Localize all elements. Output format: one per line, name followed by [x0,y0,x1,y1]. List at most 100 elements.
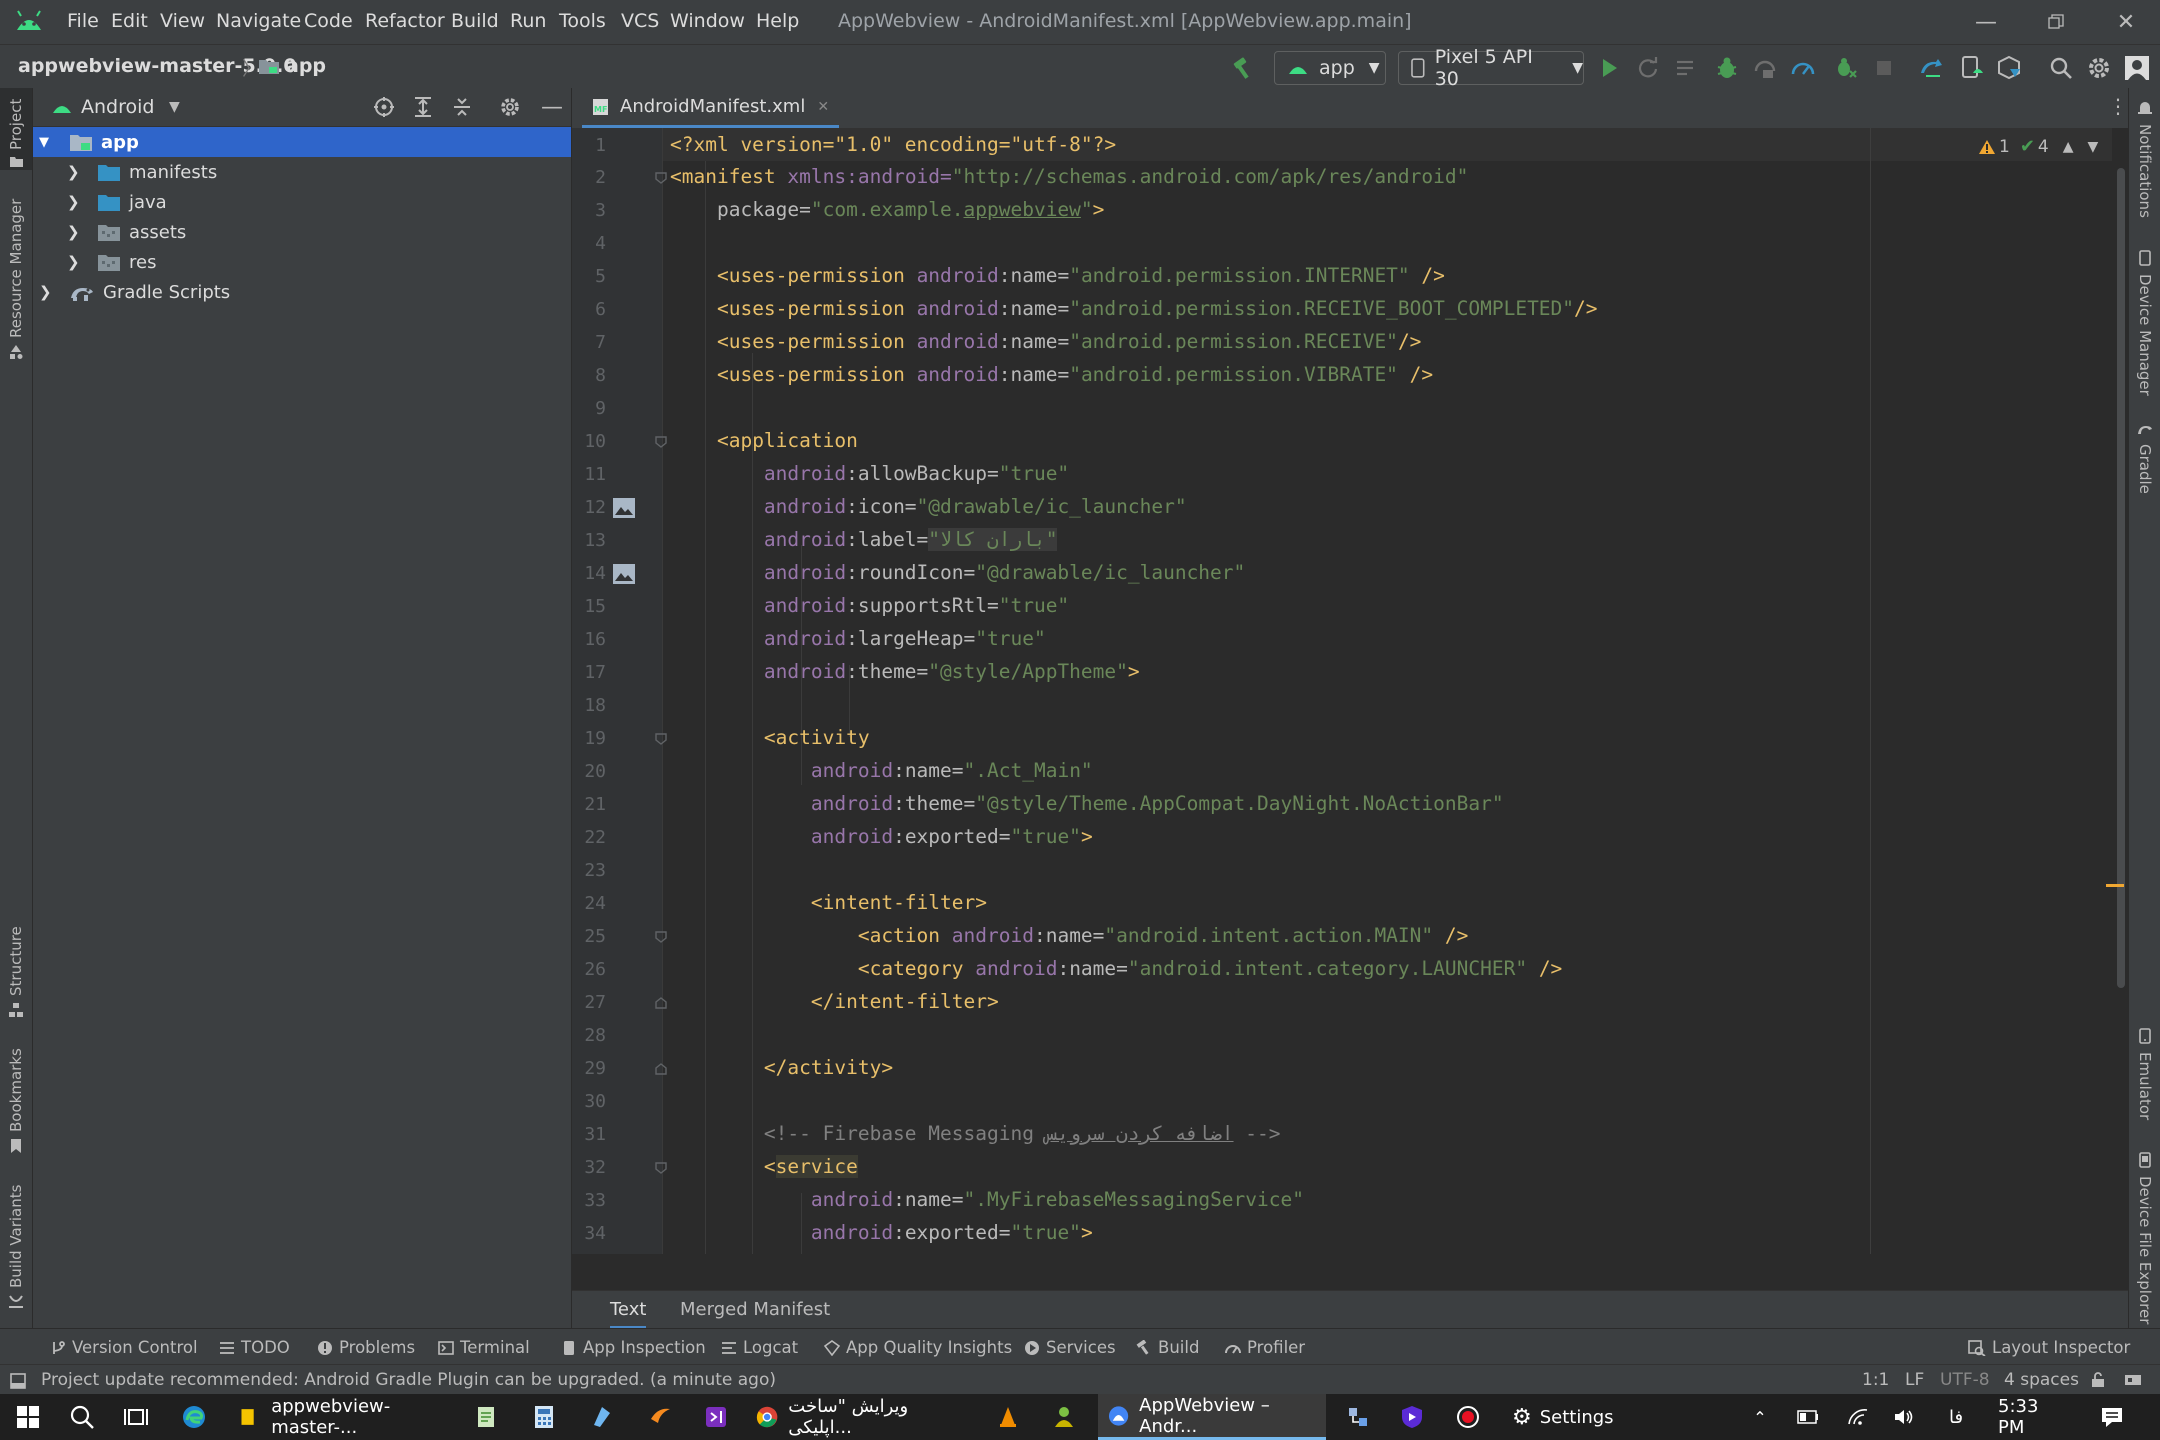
next-highlight-icon[interactable]: ▼ [2088,139,2099,155]
stripe-device-file-explorer[interactable]: Device File Explorer [2136,1176,2154,1324]
code-line-15[interactable]: android:supportsRtl="true" [670,594,1069,617]
taskbar-search-button[interactable] [64,1394,100,1440]
taskbar-edge[interactable] [176,1394,212,1440]
more-options-icon[interactable]: ⋮ [2108,94,2128,118]
menu-run[interactable]: Run [510,10,546,32]
tree-item-java[interactable]: ❯ java [33,187,571,217]
restore-button[interactable] [2028,4,2084,40]
code-line-16[interactable]: android:largeHeap="true" [670,627,1046,650]
code-line-31[interactable]: <!-- Firebase Messaging اضافه کردن سرویس… [670,1122,1281,1145]
breadcrumb-module[interactable]: app [286,55,326,77]
code-line-33[interactable]: android:name=".MyFirebaseMessagingServic… [670,1188,1304,1211]
menu-tools[interactable]: Tools [559,10,606,32]
tool-todo[interactable]: TODO [219,1338,290,1357]
taskbar-recorder[interactable] [1450,1394,1486,1440]
indent-setting[interactable]: 4 spaces [2004,1370,2079,1390]
stripe-emulator[interactable]: Emulator [2136,1052,2154,1120]
stripe-structure[interactable]: Structure [7,926,25,996]
settings-gear-icon[interactable] [2086,55,2112,81]
sdk-manager-icon[interactable] [1996,55,2022,81]
apply-code-changes-icon[interactable] [1673,55,1699,81]
stripe-build-variants[interactable]: Build Variants [7,1185,25,1288]
taskbar-calculator[interactable] [526,1394,562,1440]
volume-icon[interactable] [1892,1394,1916,1440]
code-editor[interactable]: 1 2 3 4 5 6 7 8 9 10 11 12 13 14 15 16 1… [572,128,2128,1254]
code-line-17[interactable]: android:theme="@style/AppTheme"> [670,660,1140,683]
taskbar-file-explorer[interactable]: appwebview-master-... [228,1394,450,1440]
chevron-down-icon[interactable]: ▼ [169,99,180,115]
panel-settings-gear-icon[interactable] [499,96,521,118]
fold-icon[interactable] [654,171,668,185]
code-line-25[interactable]: <action android:name="android.intent.act… [670,924,1469,947]
status-message[interactable]: Project update recommended: Android Grad… [41,1370,776,1390]
run-config-dropdown[interactable]: app ▼ [1274,51,1386,85]
device-manager-icon[interactable] [1958,55,1984,81]
action-center-button[interactable] [2094,1394,2130,1440]
taskbar-visual-studio[interactable] [698,1394,734,1440]
menu-build[interactable]: Build [451,10,499,32]
taskbar-notepad[interactable] [468,1394,504,1440]
menu-edit[interactable]: Edit [111,10,148,32]
taskbar-chrome[interactable]: ویرایش "ساخت اپلیکی... [748,1394,964,1440]
line-separator[interactable]: LF [1905,1370,1924,1390]
chevron-right-icon[interactable]: ❯ [39,283,59,301]
fold-icon[interactable] [654,930,668,944]
file-encoding[interactable]: UTF-8 [1940,1370,1990,1390]
stripe-resource-manager[interactable]: Resource Manager [7,199,25,338]
stripe-notifications[interactable]: Notifications [2136,124,2154,218]
code-line-6[interactable]: <uses-permission android:name="android.p… [670,297,1598,320]
taskbar-vlc[interactable] [990,1394,1026,1440]
taskbar-app-orange[interactable] [642,1394,678,1440]
code-line-20[interactable]: android:name=".Act_Main" [670,759,1093,782]
tab-text[interactable]: Text [610,1299,647,1329]
taskbar-app-people[interactable] [1046,1394,1082,1440]
code-line-3[interactable]: package="com.example.appwebview"> [670,198,1104,221]
menu-window[interactable]: Window [670,10,745,32]
tool-profiler[interactable]: Profiler [1225,1338,1305,1357]
close-window-button[interactable]: ✕ [2098,4,2154,40]
tool-version-control[interactable]: Version Control [50,1338,198,1357]
code-line-5[interactable]: <uses-permission android:name="android.p… [670,264,1445,287]
locate-file-icon[interactable] [373,96,395,118]
tree-item-gradle-scripts[interactable]: ❯ Gradle Scripts [33,277,571,307]
stripe-device-manager[interactable]: Device Manager [2136,274,2154,396]
tool-app-inspection[interactable]: App Inspection [561,1338,706,1357]
code-line-7[interactable]: <uses-permission android:name="android.p… [670,330,1421,353]
hide-panel-icon[interactable]: — [541,95,563,120]
collapse-all-icon[interactable] [451,96,473,118]
status-toggle-icon[interactable] [10,1373,26,1389]
search-icon[interactable] [2048,55,2074,81]
code-line-22[interactable]: android:exported="true"> [670,825,1093,848]
caret-position[interactable]: 1:1 [1862,1370,1889,1390]
editor-tab-android-manifest[interactable]: MF AndroidManifest.xml ✕ [582,88,840,128]
taskbar-app-shield[interactable] [1394,1394,1430,1440]
fold-icon[interactable] [654,1161,668,1175]
code-line-1[interactable]: <?xml version="1.0" encoding="utf-8"?> [670,133,1116,156]
inspection-widget[interactable]: 1 ✔ 4 ▲ ▼ [1978,136,2098,157]
image-preview-icon[interactable] [612,563,636,585]
warning-marker[interactable] [2106,884,2124,887]
tab-merged-manifest[interactable]: Merged Manifest [680,1299,830,1320]
previous-highlight-icon[interactable]: ▲ [2063,139,2074,155]
tree-item-assets[interactable]: ❯ assets [33,217,571,247]
tool-app-quality-insights[interactable]: App Quality Insights [824,1338,1012,1357]
tree-item-app[interactable]: ▼ app [33,127,571,157]
code-line-24[interactable]: <intent-filter> [670,891,987,914]
minimize-button[interactable]: — [1958,4,2014,40]
chevron-right-icon[interactable]: ❯ [67,163,87,181]
wifi-icon[interactable] [1846,1394,1870,1440]
stripe-bookmarks[interactable]: Bookmarks [7,1048,25,1132]
code-line-32[interactable]: <service [670,1155,858,1178]
battery-icon[interactable] [1796,1394,1820,1440]
menu-vcs[interactable]: VCS [621,10,659,32]
tree-item-manifests[interactable]: ❯ manifests [33,157,571,187]
make-project-hammer-icon[interactable] [1230,55,1256,81]
debug-icon[interactable] [1714,55,1740,81]
code-line-11[interactable]: android:allowBackup="true" [670,462,1069,485]
fold-end-icon[interactable] [654,1062,668,1076]
scrollbar-thumb[interactable] [2117,168,2125,988]
start-button[interactable] [10,1394,46,1440]
code-line-12[interactable]: android:icon="@drawable/ic_launcher" [670,495,1187,518]
unlock-icon[interactable] [2090,1372,2106,1388]
tool-layout-inspector[interactable]: Layout Inspector [1968,1338,2130,1357]
